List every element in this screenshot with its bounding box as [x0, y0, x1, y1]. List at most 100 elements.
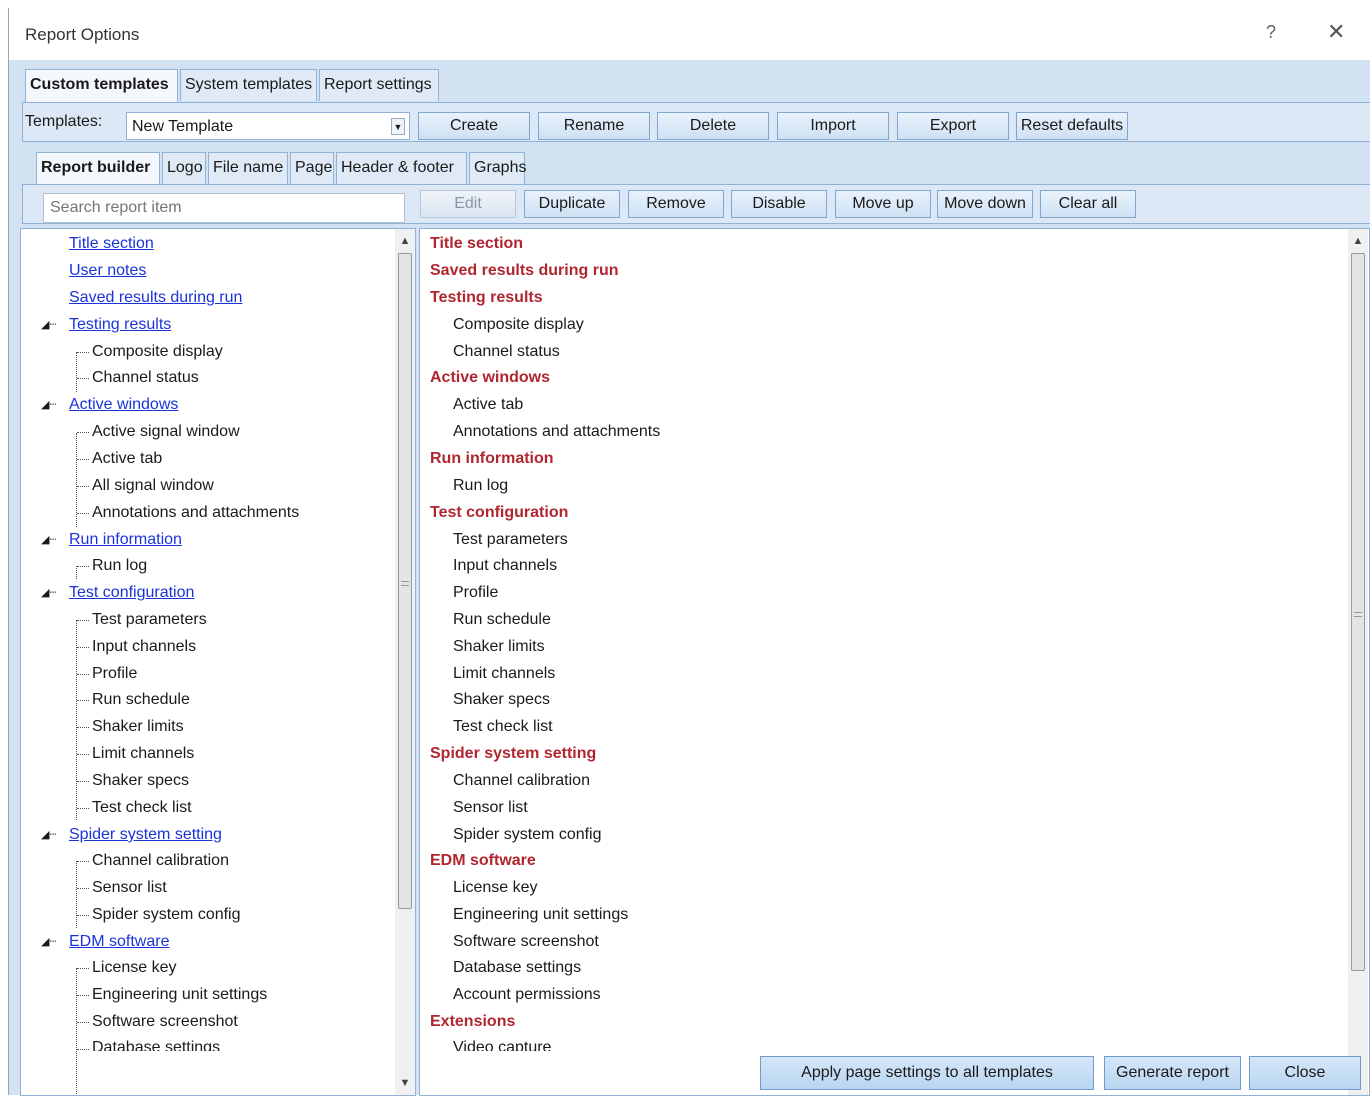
tab-graphs[interactable]: Graphs	[469, 152, 526, 184]
tree-item-channel-status[interactable]: Channel status	[92, 367, 199, 389]
tab-header-footer[interactable]: Header & footer	[336, 152, 467, 184]
report-section-extensions[interactable]: Extensions	[430, 1011, 515, 1033]
report-section-saved-results[interactable]: Saved results during run	[430, 260, 618, 282]
tree-item-channel-calibration[interactable]: Channel calibration	[92, 850, 229, 872]
report-item-software-screenshot[interactable]: Software screenshot	[453, 931, 599, 953]
delete-button[interactable]: Delete	[657, 112, 769, 140]
right-scrollbar-thumb[interactable]	[1351, 253, 1365, 971]
close-window-button[interactable]: ✕	[1327, 19, 1345, 45]
disable-button[interactable]: Disable	[731, 190, 827, 218]
tree-item-license-key[interactable]: License key	[92, 957, 177, 979]
tree-item-run-schedule[interactable]: Run schedule	[92, 689, 190, 711]
tree-item-spider-system-setting[interactable]: Spider system setting	[69, 824, 222, 846]
report-item-database-settings[interactable]: Database settings	[453, 957, 581, 979]
report-item-run-schedule[interactable]: Run schedule	[453, 609, 551, 631]
tree-item-limit-channels[interactable]: Limit channels	[92, 743, 194, 765]
report-item-profile[interactable]: Profile	[453, 582, 498, 604]
collapse-triangle-icon[interactable]: ◢┈	[41, 931, 56, 953]
collapse-triangle-icon[interactable]: ◢┈	[41, 529, 56, 551]
report-item-shaker-limits[interactable]: Shaker limits	[453, 636, 545, 658]
tree-item-annotations[interactable]: Annotations and attachments	[92, 502, 299, 524]
tab-report-builder[interactable]: Report builder	[36, 152, 160, 185]
tab-system-templates[interactable]: System templates	[180, 69, 317, 101]
tree-item-test-check-list[interactable]: Test check list	[92, 797, 192, 819]
tree-item-run-log[interactable]: Run log	[92, 555, 147, 577]
collapse-triangle-icon[interactable]: ◢┈	[41, 824, 56, 846]
report-item-test-parameters[interactable]: Test parameters	[453, 529, 568, 551]
report-item-engineering-unit-settings[interactable]: Engineering unit settings	[453, 904, 628, 926]
tab-page[interactable]: Page	[290, 152, 334, 184]
move-up-button[interactable]: Move up	[835, 190, 931, 218]
collapse-triangle-icon[interactable]: ◢┈	[41, 314, 56, 336]
tree-item-composite-display[interactable]: Composite display	[92, 341, 223, 363]
close-button[interactable]: Close	[1249, 1056, 1361, 1090]
tab-custom-templates[interactable]: Custom templates	[25, 69, 178, 103]
report-item-run-log[interactable]: Run log	[453, 475, 508, 497]
report-section-title-section[interactable]: Title section	[430, 233, 523, 255]
tree-item-testing-results[interactable]: Testing results	[69, 314, 171, 336]
report-item-channel-status[interactable]: Channel status	[453, 341, 560, 363]
tree-item-engineering-unit-settings[interactable]: Engineering unit settings	[92, 984, 267, 1006]
report-section-test-configuration[interactable]: Test configuration	[430, 502, 568, 524]
tree-item-active-windows[interactable]: Active windows	[69, 394, 178, 416]
help-button[interactable]: ?	[1266, 22, 1276, 43]
collapse-triangle-icon[interactable]: ◢┈	[41, 582, 56, 604]
tree-item-edm-software[interactable]: EDM software	[69, 931, 169, 953]
report-section-spider-system-setting[interactable]: Spider system setting	[430, 743, 596, 765]
report-item-annotations[interactable]: Annotations and attachments	[453, 421, 660, 443]
tree-item-shaker-specs[interactable]: Shaker specs	[92, 770, 189, 792]
report-item-video-capture[interactable]: Video capture	[453, 1037, 551, 1051]
tree-item-saved-results[interactable]: Saved results during run	[69, 287, 242, 309]
chevron-down-icon[interactable]: ▼	[391, 118, 405, 135]
report-section-run-information[interactable]: Run information	[430, 448, 554, 470]
templates-dropdown[interactable]: New Template ▼	[126, 112, 410, 140]
tree-item-sensor-list[interactable]: Sensor list	[92, 877, 167, 899]
remove-button[interactable]: Remove	[628, 190, 724, 218]
scroll-up-arrow-icon[interactable]: ▲	[1348, 231, 1368, 251]
tree-item-test-configuration[interactable]: Test configuration	[69, 582, 194, 604]
tree-item-title-section[interactable]: Title section	[69, 233, 154, 255]
report-item-account-permissions[interactable]: Account permissions	[453, 984, 601, 1006]
duplicate-button[interactable]: Duplicate	[524, 190, 620, 218]
tree-item-spider-system-config[interactable]: Spider system config	[92, 904, 241, 926]
edit-button[interactable]: Edit	[420, 190, 516, 218]
report-section-edm-software[interactable]: EDM software	[430, 850, 536, 872]
clear-all-button[interactable]: Clear all	[1040, 190, 1136, 218]
tree-item-profile[interactable]: Profile	[92, 663, 137, 685]
left-vertical-scrollbar[interactable]: ▲ ▼	[395, 229, 415, 1095]
report-item-channel-calibration[interactable]: Channel calibration	[453, 770, 590, 792]
report-item-input-channels[interactable]: Input channels	[453, 555, 557, 577]
scroll-up-arrow-icon[interactable]: ▲	[395, 231, 415, 251]
import-button[interactable]: Import	[777, 112, 889, 140]
tab-report-settings[interactable]: Report settings	[319, 69, 439, 101]
tab-file-name[interactable]: File name	[208, 152, 288, 184]
tree-item-active-tab[interactable]: Active tab	[92, 448, 162, 470]
tree-item-active-signal-window[interactable]: Active signal window	[92, 421, 240, 443]
create-button[interactable]: Create	[418, 112, 530, 140]
tree-item-all-signal-window[interactable]: All signal window	[92, 475, 214, 497]
export-button[interactable]: Export	[897, 112, 1009, 140]
move-down-button[interactable]: Move down	[937, 190, 1033, 218]
right-vertical-scrollbar[interactable]: ▲ ▼	[1348, 229, 1368, 1095]
report-item-active-tab[interactable]: Active tab	[453, 394, 523, 416]
tree-item-software-screenshot[interactable]: Software screenshot	[92, 1011, 238, 1033]
tab-logo[interactable]: Logo	[162, 152, 206, 184]
tree-item-test-parameters[interactable]: Test parameters	[92, 609, 207, 631]
apply-page-settings-button[interactable]: Apply page settings to all templates	[760, 1056, 1094, 1090]
report-item-shaker-specs[interactable]: Shaker specs	[453, 689, 550, 711]
report-item-license-key[interactable]: License key	[453, 877, 538, 899]
tree-item-shaker-limits[interactable]: Shaker limits	[92, 716, 184, 738]
tree-item-run-information[interactable]: Run information	[69, 529, 182, 551]
tree-item-database-settings[interactable]: Database settings	[92, 1037, 220, 1051]
reset-defaults-button[interactable]: Reset defaults	[1016, 112, 1128, 140]
left-scrollbar-thumb[interactable]	[398, 253, 412, 909]
report-item-spider-system-config[interactable]: Spider system config	[453, 824, 602, 846]
collapse-triangle-icon[interactable]: ◢┈	[41, 394, 56, 416]
report-item-limit-channels[interactable]: Limit channels	[453, 663, 555, 685]
rename-button[interactable]: Rename	[538, 112, 650, 140]
report-section-active-windows[interactable]: Active windows	[430, 367, 550, 389]
scroll-down-arrow-icon[interactable]: ▼	[395, 1073, 415, 1093]
report-item-test-check-list[interactable]: Test check list	[453, 716, 553, 738]
tree-item-input-channels[interactable]: Input channels	[92, 636, 196, 658]
tree-item-user-notes[interactable]: User notes	[69, 260, 146, 282]
